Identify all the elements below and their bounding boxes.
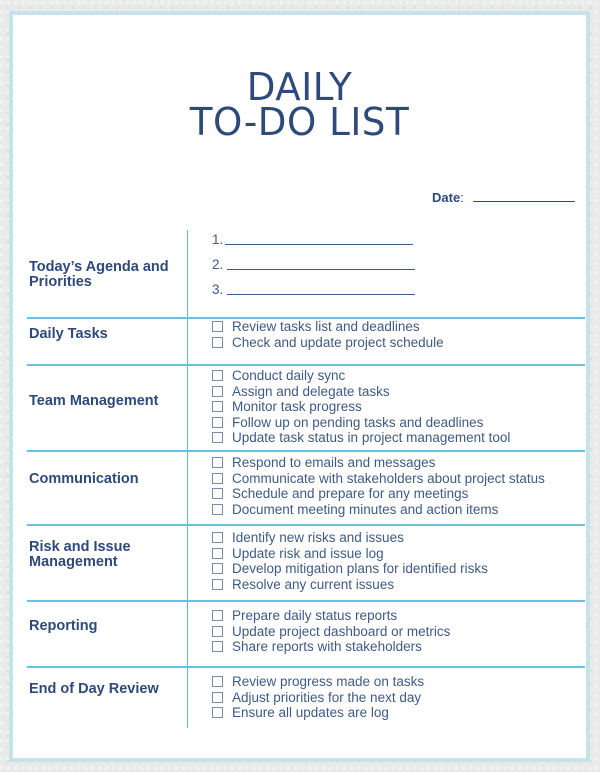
task-item[interactable]: Update task status in project management… (212, 430, 510, 446)
task-label: Communicate with stakeholders about proj… (232, 470, 545, 486)
row-divider (27, 600, 585, 602)
task-label: Respond to emails and messages (232, 455, 436, 470)
task-label: Resolve any current issues (232, 576, 395, 592)
section-agenda: Today’s Agenda and Priorities 1. 2. 3. (27, 230, 585, 318)
task-item[interactable]: Respond to emails and messages (212, 455, 545, 471)
checkbox[interactable] (212, 457, 223, 469)
row-divider (27, 666, 585, 668)
task-item[interactable]: Prepare daily status reports (212, 608, 450, 624)
date-input-line[interactable] (473, 190, 576, 202)
row-divider (27, 450, 585, 452)
task-item[interactable]: Identify new risks and issues (212, 530, 488, 546)
checkbox[interactable] (212, 503, 223, 515)
task-label: Prepare daily status reports (232, 608, 398, 623)
checkbox[interactable] (212, 625, 223, 637)
agenda-item[interactable]: 1. (212, 222, 415, 247)
checkbox[interactable] (212, 385, 223, 397)
task-label: Review progress made on tasks (232, 674, 425, 689)
task-label: Schedule and prepare for any meetings (232, 486, 469, 501)
task-item[interactable]: Update risk and issue log (212, 546, 488, 562)
task-label: Develop mitigation plans for identified … (232, 561, 488, 576)
checkbox[interactable] (212, 432, 223, 444)
task-label: Document meeting minutes and action item… (232, 501, 499, 517)
agenda-item[interactable]: 2. (212, 247, 415, 272)
section-heading: Communication (29, 471, 139, 487)
checkbox[interactable] (212, 336, 223, 348)
task-label: Identify new risks and issues (232, 530, 404, 545)
task-label: Ensure all updates are log (232, 705, 389, 720)
checkbox[interactable] (212, 676, 223, 688)
checkbox[interactable] (212, 472, 223, 484)
task-label: Update project dashboard or metrics (232, 623, 451, 639)
checkbox[interactable] (212, 563, 223, 575)
task-item[interactable]: Document meeting minutes and action item… (212, 502, 545, 518)
checkbox[interactable] (212, 578, 223, 590)
task-list: Review tasks list and deadlines Check an… (212, 319, 444, 350)
task-label: Check and update project schedule (232, 334, 444, 350)
date-colon: : (460, 190, 464, 205)
checkbox[interactable] (212, 532, 223, 544)
task-item[interactable]: Communicate with stakeholders about proj… (212, 471, 545, 487)
task-item[interactable]: Review tasks list and deadlines (212, 319, 444, 335)
task-item[interactable]: Resolve any current issues (212, 577, 488, 593)
task-label: Update risk and issue log (232, 545, 384, 561)
agenda-number: 1. (212, 232, 224, 247)
checkbox[interactable] (212, 416, 223, 428)
task-item[interactable]: Review progress made on tasks (212, 674, 424, 690)
checkbox[interactable] (212, 641, 223, 653)
task-item[interactable]: Schedule and prepare for any meetings (212, 486, 545, 502)
checkbox[interactable] (212, 321, 223, 333)
agenda-input-line[interactable] (227, 294, 415, 295)
task-item[interactable]: Check and update project schedule (212, 335, 444, 351)
title-line-2: TO-DO LIST (189, 100, 410, 144)
task-label: Monitor task progress (232, 399, 362, 414)
task-label: Adjust priorities for the next day (232, 689, 422, 705)
section-heading: Daily Tasks (29, 326, 108, 342)
date-field: Date: (432, 190, 576, 205)
task-list: Identify new risks and issues Update ris… (212, 530, 488, 592)
task-item[interactable]: Conduct daily sync (212, 368, 510, 384)
task-list: Conduct daily sync Assign and delegate t… (212, 368, 510, 446)
section-heading: Team Management (29, 393, 159, 409)
agenda-input-line[interactable] (225, 244, 413, 245)
agenda-input-line[interactable] (227, 269, 415, 270)
task-label: Assign and delegate tasks (232, 383, 390, 399)
task-list: Review progress made on tasks Adjust pri… (212, 674, 424, 721)
agenda-item[interactable]: 3. (212, 272, 415, 297)
page-title: DAILY TO-DO LIST (19, 68, 581, 144)
task-item[interactable]: Share reports with stakeholders (212, 639, 450, 655)
task-item[interactable]: Follow up on pending tasks and deadlines (212, 415, 510, 431)
task-item[interactable]: Monitor task progress (212, 399, 510, 415)
task-label: Conduct daily sync (232, 368, 346, 383)
task-item[interactable]: Ensure all updates are log (212, 705, 424, 721)
section-heading: Reporting (29, 618, 98, 634)
task-list: Respond to emails and messages Communica… (212, 455, 545, 517)
section-heading: End of Day Review (29, 681, 159, 697)
row-divider (27, 524, 585, 526)
date-label: Date (432, 190, 461, 205)
checkbox[interactable] (212, 707, 223, 719)
checkbox[interactable] (212, 401, 223, 413)
checkbox[interactable] (212, 691, 223, 703)
task-label: Share reports with stakeholders (232, 639, 422, 654)
checkbox[interactable] (212, 370, 223, 382)
task-label: Review tasks list and deadlines (232, 319, 420, 334)
task-item[interactable]: Assign and delegate tasks (212, 384, 510, 400)
checkbox[interactable] (212, 547, 223, 559)
task-label: Update task status in project management… (232, 430, 511, 445)
task-item[interactable]: Develop mitigation plans for identified … (212, 561, 488, 577)
section-heading: Risk and Issue Management (29, 539, 131, 570)
section-heading: Today’s Agenda and Priorities (29, 259, 169, 290)
checkbox[interactable] (212, 488, 223, 500)
row-divider (27, 364, 585, 366)
task-list: Prepare daily status reports Update proj… (212, 608, 450, 655)
page-frame: DAILY TO-DO LIST Date: Today’s Agenda an… (9, 11, 590, 762)
agenda-number: 3. (212, 282, 224, 297)
agenda-list: 1. 2. 3. (212, 222, 415, 297)
task-item[interactable]: Adjust priorities for the next day (212, 690, 424, 706)
checkbox[interactable] (212, 610, 223, 622)
agenda-number: 2. (212, 257, 224, 272)
task-label: Follow up on pending tasks and deadlines (232, 414, 484, 430)
task-item[interactable]: Update project dashboard or metrics (212, 624, 450, 640)
